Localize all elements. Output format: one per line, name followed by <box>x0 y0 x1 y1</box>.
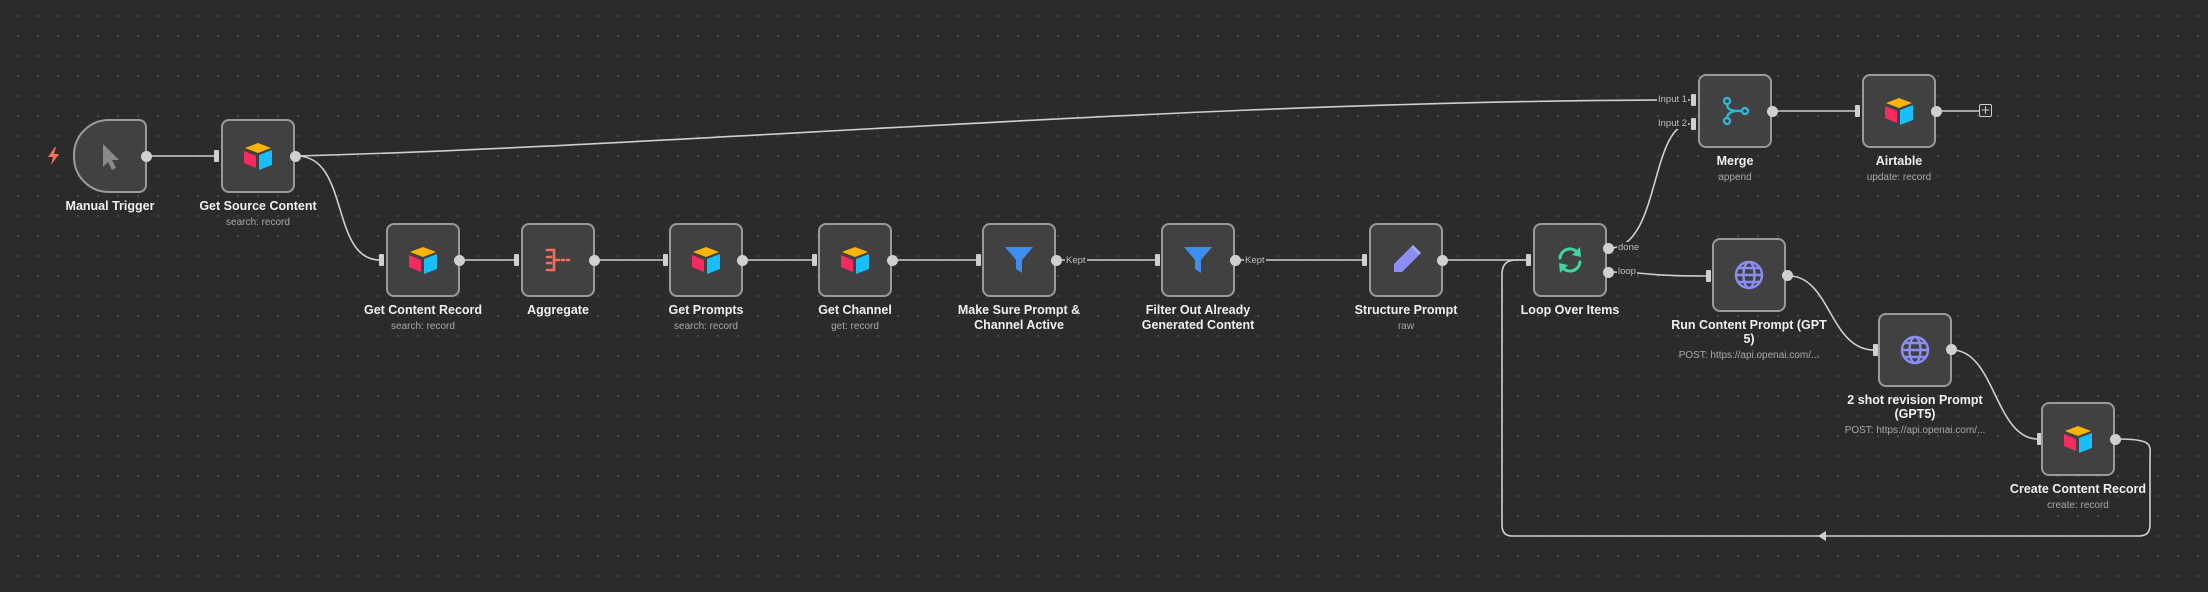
cursor-pointer-icon <box>103 144 119 170</box>
get-prompts-output-handle[interactable] <box>737 255 748 266</box>
revision-prompt-output-handle[interactable] <box>1946 344 1957 355</box>
node-title-line-2: (GPT5) <box>1894 407 1936 421</box>
merge-input-1-handle[interactable] <box>1691 94 1696 106</box>
node-get-content-record[interactable] <box>386 223 460 297</box>
run-content-prompt-output-handle[interactable] <box>1782 270 1793 281</box>
node-title-line-1: Run Content Prompt (GPT <box>1671 318 1827 332</box>
node-loop-over-items[interactable] <box>1533 223 1607 297</box>
merge-branch-icon <box>1722 96 1750 126</box>
node-title: Get Source Content <box>199 199 317 213</box>
node-subtitle: POST: https://api.openai.com/... <box>1678 350 1820 361</box>
filter-out-input-handle[interactable] <box>1155 254 1160 266</box>
run-content-prompt-input-handle[interactable] <box>1706 270 1711 282</box>
airtable-input-handle[interactable] <box>1855 105 1860 117</box>
airtable-logo-icon <box>409 247 437 274</box>
get-channel-output-handle[interactable] <box>887 255 898 266</box>
get-content-record-output-handle[interactable] <box>454 255 465 266</box>
create-content-record-output-handle[interactable] <box>2110 434 2121 445</box>
node-title: Get Channel <box>818 303 892 317</box>
manual-trigger-output-handle[interactable] <box>141 151 152 162</box>
loop-done-output-handle[interactable] <box>1603 243 1614 254</box>
node-get-channel[interactable] <box>818 223 892 297</box>
airtable-logo-icon <box>1885 98 1913 125</box>
airtable-logo-icon <box>2064 426 2092 453</box>
node-run-content-prompt[interactable] <box>1712 238 1786 312</box>
aggregate-icon <box>545 248 571 272</box>
node-subtitle: POST: https://api.openai.com/... <box>1844 425 1986 436</box>
node-subtitle: search: record <box>226 217 290 228</box>
merge-input-2-handle[interactable] <box>1691 118 1696 130</box>
node-title-line-1: Filter Out Already <box>1145 303 1251 317</box>
node-airtable[interactable] <box>1862 74 1936 148</box>
make-sure-input-handle[interactable] <box>976 254 981 266</box>
node-subtitle: search: record <box>391 321 455 332</box>
airtable-logo-icon <box>841 247 869 274</box>
airtable-logo-icon <box>692 247 720 274</box>
pencil-icon <box>1394 245 1421 272</box>
lightning-bolt-icon <box>48 147 59 165</box>
loop-edge-label: loop <box>1617 266 1637 277</box>
node-title-line-1: Make Sure Prompt & <box>957 303 1081 317</box>
node-title: Merge <box>1716 154 1754 168</box>
funnel-icon <box>1005 247 1033 273</box>
loop-over-items-input-handle[interactable] <box>1526 254 1531 266</box>
node-title-line-2: Generated Content <box>1141 318 1255 332</box>
get-source-content-input-handle[interactable] <box>214 150 219 162</box>
node-subtitle: append <box>1718 172 1752 183</box>
get-prompts-input-handle[interactable] <box>663 254 668 266</box>
node-title: Airtable <box>1875 154 1923 168</box>
aggregate-output-handle[interactable] <box>589 255 600 266</box>
node-two-shot-revision-prompt[interactable] <box>1878 313 1952 387</box>
node-get-prompts[interactable] <box>669 223 743 297</box>
airtable-output-handle[interactable] <box>1931 106 1942 117</box>
get-channel-input-handle[interactable] <box>812 254 817 266</box>
structure-prompt-input-handle[interactable] <box>1362 254 1367 266</box>
node-get-source-content[interactable] <box>221 119 295 193</box>
done-edge-label: done <box>1617 242 1641 253</box>
node-structure-prompt[interactable] <box>1369 223 1443 297</box>
input-2-label: Input 2 <box>1657 118 1689 129</box>
node-title-line-2: 5) <box>1743 332 1755 346</box>
node-title: Loop Over Items <box>1520 303 1620 317</box>
kept-edge-label: Kept <box>1244 255 1266 266</box>
filter-out-kept-output-handle[interactable] <box>1230 255 1241 266</box>
input-1-label: Input 1 <box>1657 94 1689 105</box>
node-aggregate[interactable] <box>521 223 595 297</box>
refresh-loop-icon <box>1558 247 1582 273</box>
globe-icon <box>1734 260 1764 290</box>
funnel-icon <box>1184 247 1212 273</box>
node-title-line-2: Channel Active <box>974 318 1064 332</box>
merge-output-handle[interactable] <box>1767 106 1778 117</box>
aggregate-input-handle[interactable] <box>514 254 519 266</box>
node-title-line-1: 2 shot revision Prompt <box>1847 393 1983 407</box>
node-make-sure-prompt-channel-active[interactable] <box>982 223 1056 297</box>
kept-edge-label: Kept <box>1065 255 1087 266</box>
airtable-logo-icon <box>244 143 272 170</box>
return-arrow <box>1818 531 1826 541</box>
structure-prompt-output-handle[interactable] <box>1437 255 1448 266</box>
node-create-content-record[interactable] <box>2041 402 2115 476</box>
make-sure-kept-output-handle[interactable] <box>1051 255 1062 266</box>
get-source-content-output-handle[interactable] <box>290 151 301 162</box>
add-node-button[interactable]: + <box>1979 104 1992 117</box>
loop-loop-output-handle[interactable] <box>1603 267 1614 278</box>
edge-loop-done-to-merge-input2 <box>1609 123 1691 249</box>
node-title: Structure Prompt <box>1354 303 1458 317</box>
node-subtitle: get: record <box>831 321 879 332</box>
edge-source-to-merge-input1 <box>296 99 1691 157</box>
node-merge[interactable] <box>1698 74 1772 148</box>
globe-icon <box>1900 335 1930 365</box>
node-manual-trigger[interactable] <box>73 119 147 193</box>
node-subtitle: update: record <box>1866 172 1932 183</box>
node-subtitle: raw <box>1397 321 1415 332</box>
node-title: Create Content Record <box>2009 482 2147 496</box>
node-subtitle: create: record <box>2047 500 2109 511</box>
get-content-record-input-handle[interactable] <box>379 254 384 266</box>
workflow-canvas[interactable]: Manual Trigger Get Source Content search… <box>0 0 2208 592</box>
node-filter-out-generated-content[interactable] <box>1161 223 1235 297</box>
